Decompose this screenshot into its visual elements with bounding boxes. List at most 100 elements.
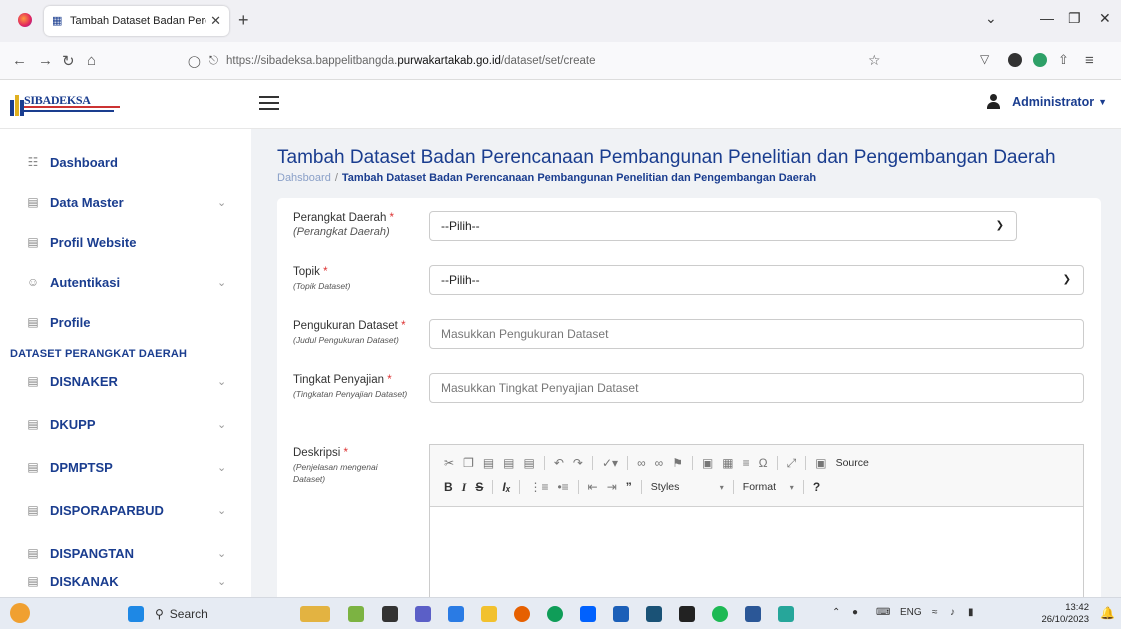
redo-icon[interactable]: ↷ [573,456,583,470]
language-label[interactable]: ENG [900,607,922,618]
topik-select[interactable]: --Pilih-- ❯ [429,265,1084,295]
strikethrough-icon[interactable]: S [475,480,483,494]
sidebar-toggle-icon[interactable] [259,94,279,112]
url-bar[interactable]: ◯ ⎋ https://sibadeksa.bappelitbangda. pur… [188,47,888,75]
app-icon-5[interactable] [778,606,794,622]
image-icon[interactable]: ▣ [702,456,713,470]
cut-icon[interactable]: ✂ [444,456,454,470]
copy-icon[interactable]: ❐ [463,456,474,470]
extension-icon[interactable] [1008,53,1022,67]
sidebar-item-diskanak[interactable]: ▤ DISKANAK ⌄ [0,561,251,597]
perangkat-daerah-select[interactable]: --Pilih-- ❯ [429,211,1017,241]
source-button[interactable]: Source [836,457,869,469]
horizontal-rule-icon[interactable]: ≡ [743,456,750,470]
numbered-list-icon[interactable]: ⋮≡ [529,480,548,494]
clock[interactable]: 13:42 26/10/2023 [1041,602,1089,626]
breadcrumb-home-link[interactable]: Dahsboard [277,172,331,184]
windows-start-icon[interactable] [128,606,144,622]
anchor-flag-icon[interactable]: ⚑ [672,456,683,470]
close-window-button[interactable]: ✕ [1099,10,1111,27]
tray-expand-icon[interactable]: ⌃ [832,607,840,618]
notification-bell-icon[interactable]: 🔔 [1100,606,1115,620]
sidebar-item-disporaparbud[interactable]: ▤ DISPORAPARBUD ⌄ [0,490,251,530]
spellcheck-icon[interactable]: ✓▾ [602,456,618,470]
database-icon: ▤ [27,574,39,588]
bold-icon[interactable]: B [444,480,453,494]
todo-icon[interactable] [448,606,464,622]
browser-tab[interactable]: ▦ Tambah Dataset Badan Perenca ✕ [44,6,229,36]
outdent-icon[interactable]: ⇤ [588,480,598,494]
indent-icon[interactable]: ⇥ [607,480,617,494]
keyboard-icon[interactable]: ⌨ [876,607,890,618]
pengukuran-dataset-input[interactable]: Masukkan Pengukuran Dataset [429,319,1084,349]
blockquote-icon[interactable]: ” [626,480,632,494]
unlink-icon[interactable]: ∞ [655,456,664,470]
reload-icon[interactable]: ↻ [62,52,75,70]
table-icon[interactable]: ▦ [722,456,733,470]
paste-icon[interactable]: ▤ [483,456,494,470]
source-icon[interactable]: ▣ [815,456,826,470]
pocket-icon[interactable]: ▽ [980,52,989,66]
sidebar-item-dashboard[interactable]: ☷ Dashboard [0,142,251,182]
sidebar-item-autentikasi[interactable]: ☺ Autentikasi ⌄ [0,262,251,302]
bookmark-star-icon[interactable]: ☆ [868,52,881,69]
topik-label: Topik * (Topik Dataset) [293,266,351,291]
home-icon[interactable]: ⌂ [87,52,96,69]
maximize-icon[interactable]: ⤢ [787,456,797,471]
forward-icon[interactable]: → [38,52,53,69]
wifi-icon[interactable]: ≈ [932,607,938,618]
link-icon[interactable]: ∞ [637,456,646,470]
battery-icon[interactable]: ▮ [968,607,974,618]
special-char-icon[interactable]: Ω [759,456,768,470]
minimize-button[interactable]: — [1040,10,1054,26]
back-icon[interactable]: ← [12,52,27,69]
file-explorer-icon[interactable] [481,606,497,622]
tab-close-icon[interactable]: ✕ [210,13,221,29]
app-icon-4[interactable] [679,606,695,622]
volume-icon[interactable]: ♪ [950,607,955,618]
store-icon[interactable] [613,606,629,622]
share-icon[interactable]: ⇧ [1058,52,1069,68]
teams-icon[interactable] [415,606,431,622]
paste-word-icon[interactable]: ▤ [524,456,535,470]
italic-icon[interactable]: I [462,480,467,495]
sibadeksa-logo[interactable]: SIBADEKSA [10,92,122,116]
topik-value: --Pilih-- [441,273,480,287]
chevron-down-icon: ⌄ [217,461,227,474]
user-menu[interactable]: Administrator ▼ [987,94,1107,109]
bulleted-list-icon[interactable]: •≡ [557,480,568,494]
widget-app-icon[interactable] [300,606,330,622]
taskbar-search[interactable]: ⚲ Search [155,603,275,625]
app-icon-2[interactable] [382,606,398,622]
paste-text-icon[interactable]: ▤ [503,456,514,470]
format-dropdown[interactable]: Format [743,481,781,493]
sidebar-item-dpmptsp[interactable]: ▤ DPMPTSP ⌄ [0,447,251,487]
deskripsi-rich-editor[interactable]: ✂ ❐ ▤ ▤ ▤ ↶ ↷ ✓▾ ∞ ∞ ⚑ ▣ ▦ ≡ Ω ⤢ ▣ Sourc… [429,444,1084,619]
word-icon[interactable] [745,606,761,622]
help-icon[interactable]: ? [813,480,820,494]
dropbox-icon[interactable] [580,606,596,622]
app-icon-1[interactable] [348,606,364,622]
sidebar-item-profil-website[interactable]: ▤ Profil Website [0,222,251,262]
firefox-taskbar-icon[interactable] [514,606,530,622]
restore-button[interactable]: ❐ [1068,10,1081,27]
styles-dropdown[interactable]: Styles [651,481,711,493]
menu-icon[interactable]: ≡ [1085,52,1094,69]
undo-icon[interactable]: ↶ [554,456,564,470]
tingkat-hint: (Tingkatan Penyajian Dataset) [293,389,408,399]
sidebar-item-dkupp[interactable]: ▤ DKUPP ⌄ [0,404,251,444]
weather-icon[interactable] [10,603,30,623]
remove-format-icon[interactable]: Iₓ [502,480,510,494]
sidebar-item-profile[interactable]: ▤ Profile [0,302,251,342]
tab-list-chevron-icon[interactable]: ⌄ [985,10,997,27]
grammarly-icon[interactable] [1033,53,1047,67]
app-icon-3[interactable] [646,606,662,622]
sidebar-item-disnaker[interactable]: ▤ DISNAKER ⌄ [0,361,251,401]
edge-icon[interactable] [547,606,563,622]
sidebar-item-data-master[interactable]: ▤ Data Master ⌄ [0,182,251,222]
new-tab-button[interactable]: + [238,10,249,31]
spotify-icon[interactable] [712,606,728,622]
deskripsi-label: Deskripsi * (Penjelasan mengenai Dataset… [293,447,408,485]
chrome-tray-icon[interactable]: ● [852,607,858,618]
tingkat-penyajian-input[interactable]: Masukkan Tingkat Penyajian Dataset [429,373,1084,403]
